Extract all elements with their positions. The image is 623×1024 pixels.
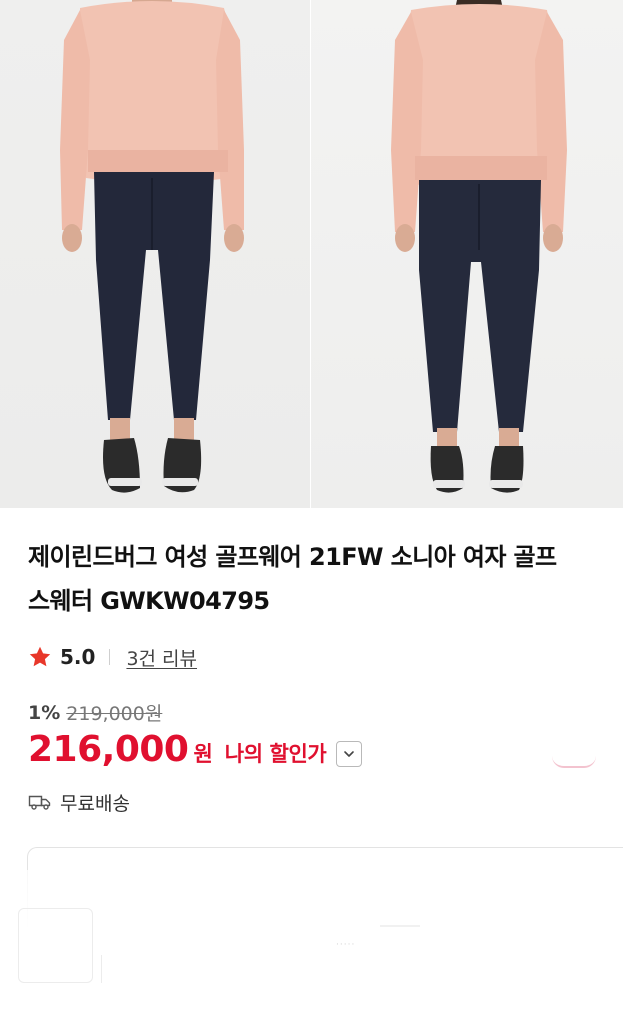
truck-icon <box>28 795 51 810</box>
discount-rate: 1% <box>28 701 61 724</box>
bottom-overlay <box>0 870 623 1024</box>
product-photo-front <box>0 0 311 508</box>
product-title: 제이린드버그 여성 골프웨어 21FW 소니아 여자 골프 스웨터 GWKW04… <box>28 543 557 615</box>
model-back-icon <box>391 0 567 493</box>
review-count-link[interactable]: 3건 리뷰 <box>126 644 197 671</box>
chevron-down-icon <box>344 751 355 757</box>
faint-text: ····· <box>336 940 356 950</box>
faint-divider <box>380 925 420 927</box>
original-price: 219,000원 <box>66 703 163 725</box>
original-price-row: 1% 219,000원 <box>28 699 162 726</box>
thumbnail-placeholder[interactable] <box>18 908 93 983</box>
star-icon <box>29 646 51 667</box>
discount-expand-button[interactable] <box>336 741 363 767</box>
shipping-info: 무료배송 <box>28 788 130 816</box>
shipping-label: 무료배송 <box>60 792 130 815</box>
decorative-accent <box>552 756 596 768</box>
rating-separator <box>109 649 111 665</box>
sale-price-row: 216,000 원 나의 할인가 <box>28 729 363 775</box>
my-discount-price-label[interactable]: 나의 할인가 <box>225 738 327 768</box>
product-image-carousel[interactable] <box>0 0 623 508</box>
thumbnail-edge <box>101 955 105 983</box>
rating-row: 5.0 3건 리뷰 <box>28 643 197 671</box>
sale-price: 216,000 <box>28 729 189 770</box>
rating-score: 5.0 <box>60 645 96 669</box>
model-front-icon <box>60 0 244 493</box>
currency-unit: 원 <box>193 742 213 766</box>
product-photo-back <box>311 0 623 508</box>
